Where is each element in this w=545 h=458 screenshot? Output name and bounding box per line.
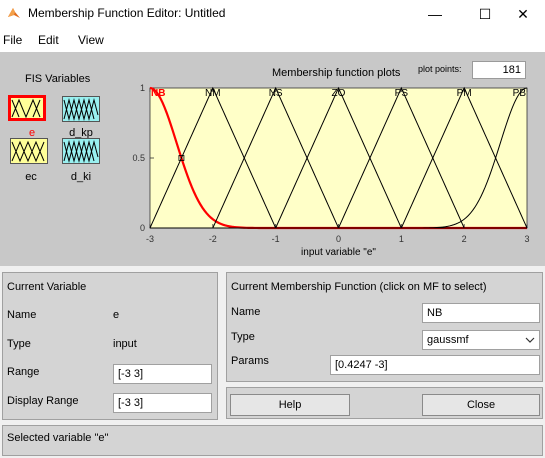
close-window-button[interactable]: ✕ bbox=[501, 0, 545, 28]
cv-name-value: e bbox=[113, 309, 120, 321]
y-tick-label: 0 bbox=[140, 223, 145, 233]
cv-display-range-label: Display Range bbox=[7, 395, 79, 407]
fis-var-d-kp-box[interactable] bbox=[62, 96, 100, 122]
mf-type-label: Type bbox=[231, 331, 255, 343]
menu-bar: File Edit View bbox=[0, 28, 545, 52]
mf-label-nb: NB bbox=[151, 88, 165, 99]
mf-label-pm: PM bbox=[457, 88, 472, 99]
y-tick-label: 0.5 bbox=[132, 153, 145, 163]
menu-edit[interactable]: Edit bbox=[38, 33, 59, 47]
mf-label-pb: PB bbox=[513, 88, 527, 99]
mf-params-label: Params bbox=[231, 355, 269, 367]
fis-var-ec-label: ec bbox=[25, 171, 37, 183]
x-axis-label: input variable "e" bbox=[301, 247, 376, 258]
fis-var-ec-box[interactable] bbox=[10, 138, 48, 164]
x-tick-label: 3 bbox=[524, 234, 529, 244]
mf-glyph-icon bbox=[63, 140, 99, 163]
mf-label-nm: NM bbox=[205, 88, 221, 99]
window-title: Membership Function Editor: Untitled bbox=[28, 6, 226, 20]
menu-view[interactable]: View bbox=[78, 33, 104, 47]
help-button[interactable]: Help bbox=[230, 394, 350, 416]
x-tick-label: 0 bbox=[336, 234, 341, 244]
fis-variables-title: FIS Variables bbox=[25, 73, 91, 85]
chevron-down-icon bbox=[525, 331, 535, 355]
mf-type-value: gaussmf bbox=[427, 334, 469, 346]
membership-plot[interactable]: -3 -2 -1 0 1 2 3 0 0.5 1 input variable "e" NB NM NS Z… bbox=[128, 82, 538, 266]
cv-type-value: input bbox=[113, 338, 137, 350]
display-range-input[interactable]: [-3 3] bbox=[113, 393, 212, 413]
cv-range-label: Range bbox=[7, 366, 40, 378]
cv-name-label: Name bbox=[7, 309, 37, 321]
mf-name-label: Name bbox=[231, 306, 261, 318]
title-bar: Membership Function Editor: Untitled — ☐… bbox=[0, 0, 545, 28]
plot-title: Membership function plots bbox=[272, 67, 401, 79]
minimize-button[interactable]: — bbox=[413, 0, 457, 28]
plot-points-input[interactable]: 181 bbox=[472, 61, 526, 79]
range-input[interactable]: [-3 3] bbox=[113, 364, 212, 384]
close-button[interactable]: Close bbox=[422, 394, 540, 416]
x-tick-label: 1 bbox=[399, 234, 404, 244]
plot-points-label: plot points: bbox=[418, 64, 462, 74]
x-tick-label: -2 bbox=[209, 234, 217, 244]
mf-label-zo: ZO bbox=[332, 88, 346, 99]
matlab-icon bbox=[8, 8, 20, 18]
status-text: Selected variable "e" bbox=[7, 432, 109, 444]
fis-var-d-ki-box[interactable] bbox=[62, 138, 100, 164]
cv-type-label: Type bbox=[7, 338, 31, 350]
y-tick-label: 1 bbox=[140, 83, 145, 93]
x-tick-label: 2 bbox=[462, 234, 467, 244]
mf-label-ns: NS bbox=[269, 88, 283, 99]
plot-area bbox=[149, 87, 528, 229]
mf-label-ps: PS bbox=[395, 88, 409, 99]
menu-file[interactable]: File bbox=[3, 33, 22, 47]
mf-glyph-icon bbox=[63, 98, 99, 121]
mf-glyph-icon bbox=[11, 98, 41, 118]
x-tick-label: -1 bbox=[272, 234, 280, 244]
mf-name-input[interactable]: NB bbox=[422, 303, 540, 323]
fis-var-e-box[interactable] bbox=[8, 95, 46, 121]
x-tick-label: -3 bbox=[146, 234, 154, 244]
current-mf-title: Current Membership Function (click on MF… bbox=[231, 281, 487, 293]
current-variable-title: Current Variable bbox=[7, 281, 87, 293]
mf-type-select[interactable]: gaussmf bbox=[422, 330, 540, 350]
mf-params-input[interactable]: [0.4247 -3] bbox=[330, 355, 540, 375]
mf-glyph-icon bbox=[11, 140, 45, 163]
fis-var-d-ki-label: d_ki bbox=[70, 171, 92, 183]
